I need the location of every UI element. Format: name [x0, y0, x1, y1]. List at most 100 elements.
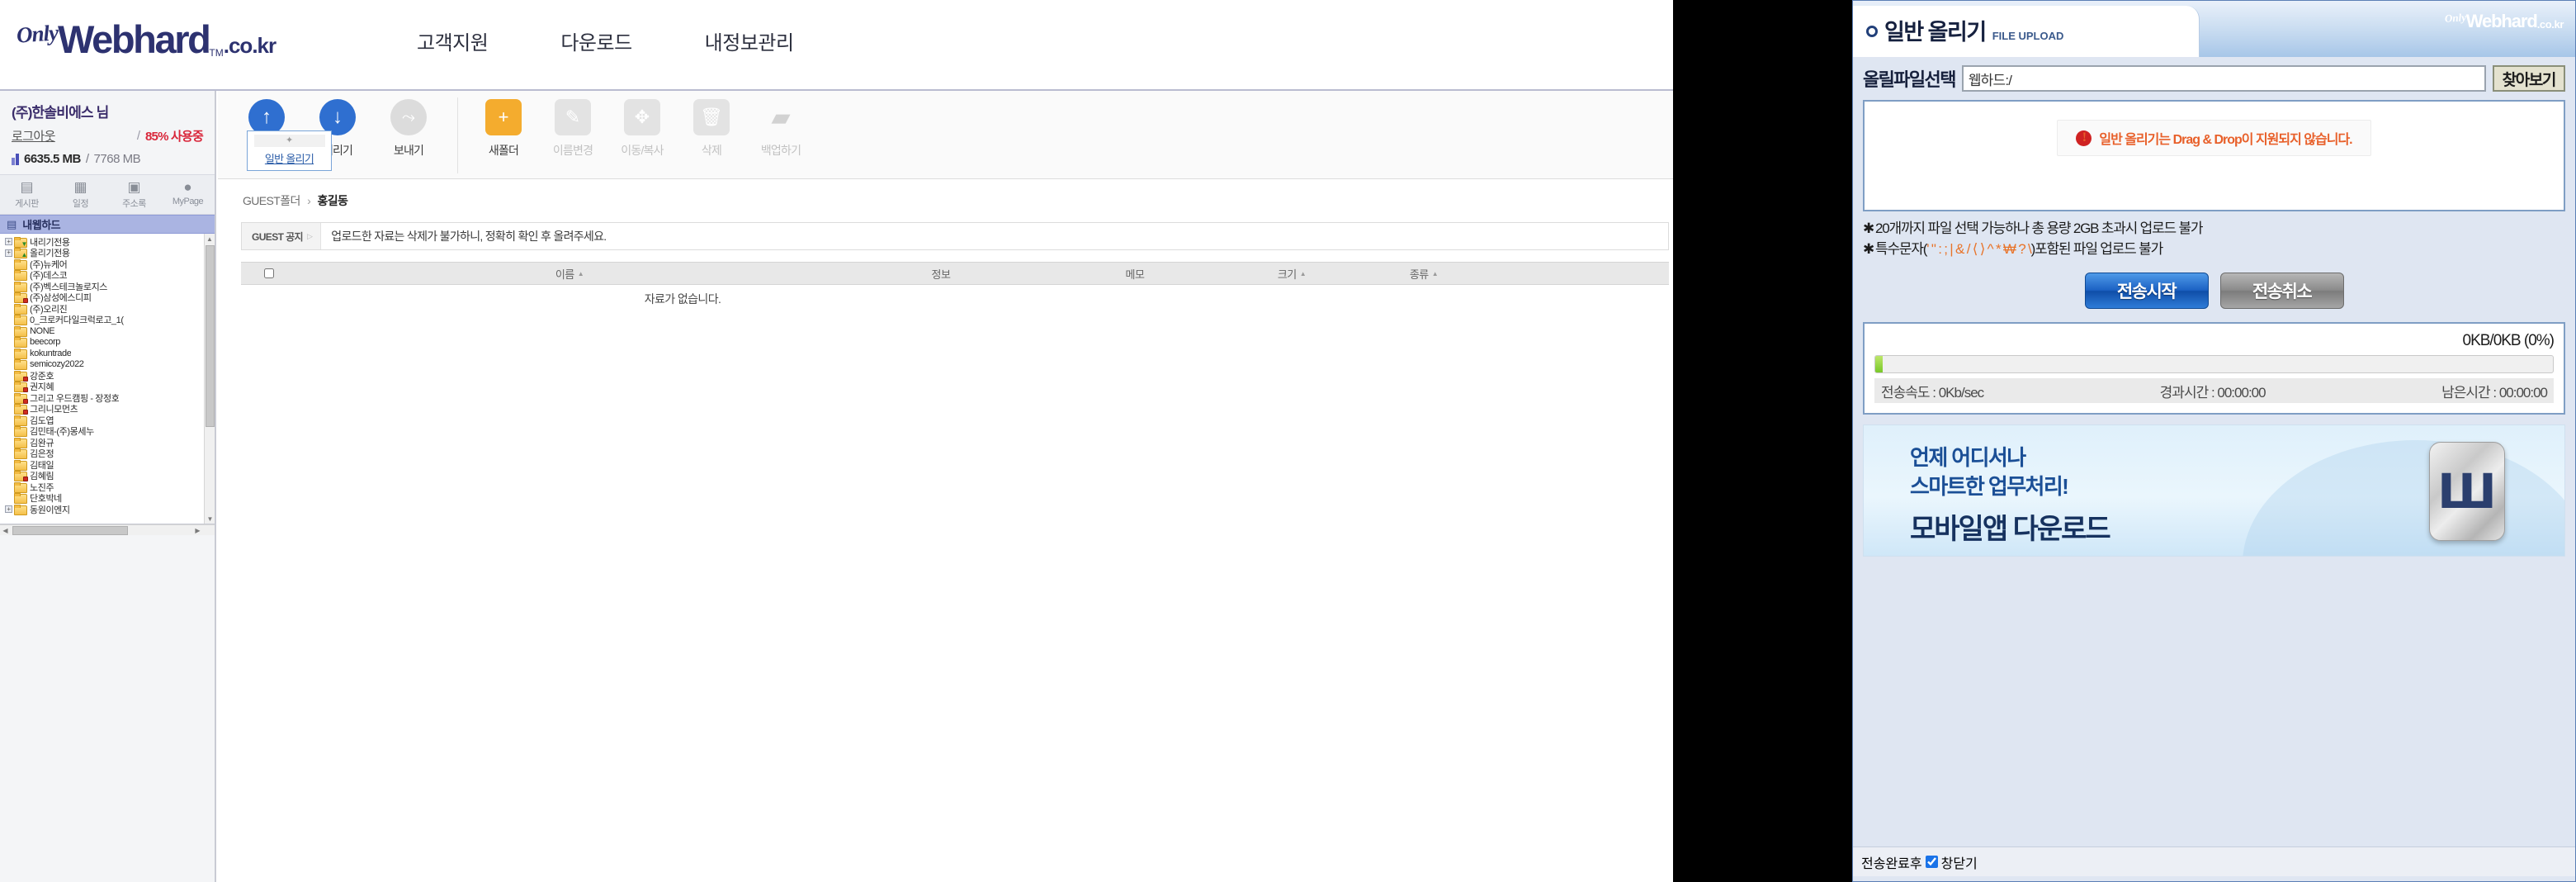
- file-path-input[interactable]: [1961, 65, 2486, 92]
- upload-mode-tooltip: 일반 올리기: [247, 130, 332, 171]
- asterisk-icon-1: ✱: [1863, 220, 1874, 236]
- quota-used: 6635.5 MB: [24, 152, 81, 166]
- tree-vertical-scrollbar[interactable]: ▲ ▼: [204, 234, 215, 524]
- drop-warning-text: 일반 올리기는 Drag & Drop이 지원되지 않습니다.: [2099, 133, 2352, 147]
- tree-expander-icon[interactable]: +: [5, 505, 12, 514]
- toolbar-newfolder-button[interactable]: + 새폴더: [476, 99, 531, 159]
- quick-item-mypage[interactable]: ● MyPage: [161, 180, 215, 210]
- harddisk-icon: ▰: [771, 103, 791, 131]
- elapsed-time-text: 경과시간 : 00:00:00: [2159, 384, 2266, 401]
- select-all-cell[interactable]: [241, 268, 297, 278]
- new-folder-icon: +: [485, 99, 522, 135]
- nav-item-support[interactable]: 고객지원: [417, 26, 489, 55]
- usage-percent-text: 85% 사용중: [145, 130, 204, 144]
- scroll-right-icon[interactable]: ▶: [192, 525, 203, 536]
- mobile-app-banner[interactable]: 언제 어디서나 스마트한 업무처리! 모바일앱 다운로드 Ш: [1863, 424, 2565, 557]
- general-upload-link[interactable]: 일반 올리기: [265, 150, 314, 166]
- tree-expander-icon[interactable]: +: [5, 238, 12, 246]
- breadcrumb-root[interactable]: GUEST폴더: [243, 194, 300, 207]
- tree-item-label: semicozy2022: [30, 359, 84, 370]
- screen: Only Webhard TM .co.kr 고객지원 다운로드 내정보관리 (…: [0, 0, 2576, 882]
- file-list-table: 이름 ▲ 정보 메모 크기 ▲ 종류 ▲ 자료가 없습니다.: [241, 262, 1669, 313]
- breadcrumb-separator: ›: [307, 194, 311, 207]
- upload-note-2-suffix: )포함된 파일 업로드 불가: [2030, 240, 2164, 257]
- toolbar-rename-button: ✎ 이름변경: [546, 99, 600, 159]
- cancel-transfer-button[interactable]: 전송취소: [2219, 273, 2344, 310]
- dialog-logo: Only Webhard .co.kr: [2444, 11, 2564, 31]
- webhard-app-icon: Ш: [2429, 442, 2505, 542]
- sort-caret-type: ▲: [1431, 269, 1439, 277]
- upload-notes: ✱ 20개까지 파일 선택 가능하나 총 용량 2GB 초과시 업로드 불가 ✱…: [1863, 219, 2565, 259]
- webhard-logo[interactable]: Only Webhard TM .co.kr: [16, 20, 277, 59]
- dialog-logo-main: Webhard: [2465, 11, 2538, 31]
- progress-bar-track: [1874, 355, 2554, 374]
- move-icon: ✥: [624, 99, 660, 135]
- column-header-size[interactable]: 크기 ▲: [1230, 266, 1354, 282]
- site-header: Only Webhard TM .co.kr 고객지원 다운로드 내정보관리: [0, 0, 1673, 91]
- quick-item-board[interactable]: ▤ 게시판: [0, 180, 54, 210]
- scroll-thumb-horizontal[interactable]: [12, 526, 128, 535]
- progress-amount-text: 0KB/0KB (0%): [2462, 332, 2555, 350]
- tree-horizontal-scrollbar[interactable]: ◀ ▶: [0, 524, 215, 535]
- tree-item[interactable]: kokuntrade: [3, 348, 215, 359]
- main-content: ↑ 올리기 ↓ 내리기 ⤳ 보내기 + 새폴더: [218, 91, 1673, 882]
- addressbook-icon: ▣: [127, 179, 141, 195]
- browse-button[interactable]: 찾아보기: [2492, 65, 2565, 92]
- toolbar-delete-button: 🗑 삭제: [684, 99, 739, 159]
- dialog-logo-tld: .co.kr: [2536, 18, 2564, 31]
- upload-note-2: ✱ 특수문자( ' " : ; | & / ⟨ ⟩ ^ * ₩ ? \ )포함된…: [1863, 239, 2565, 260]
- banner-line-3: 모바일앱 다운로드: [1910, 514, 2111, 546]
- scroll-up-icon[interactable]: ▲: [205, 234, 215, 244]
- tree-expander-icon[interactable]: +: [5, 249, 12, 257]
- tree-item-label: kokuntrade: [30, 348, 72, 358]
- notice-tag-label: GUEST 공지: [252, 230, 304, 243]
- column-header-info[interactable]: 정보: [842, 266, 1040, 282]
- scroll-left-icon[interactable]: ◀: [0, 525, 11, 536]
- tree-item[interactable]: NONE: [3, 325, 215, 337]
- locked-folder-icon: [14, 471, 28, 482]
- scroll-thumb-vertical[interactable]: [206, 245, 215, 427]
- footer-label: 창닫기: [1940, 856, 1978, 871]
- folder-icon: ▲: [14, 248, 27, 259]
- quick-label-board: 게시판: [15, 199, 39, 209]
- scroll-down-icon[interactable]: ▼: [205, 514, 215, 524]
- toolbar-send-button[interactable]: ⤳ 보내기: [381, 99, 436, 159]
- warning-icon: !: [2076, 130, 2092, 146]
- tree-item[interactable]: + 동원이엔지: [3, 504, 215, 515]
- nav-item-download[interactable]: 다운로드: [560, 26, 632, 55]
- user-info-box: (주)한솔비에스 님 로그아웃 / 85% 사용중 6635.5 MB / 77…: [0, 91, 215, 175]
- folder-icon: [14, 426, 27, 438]
- upload-note-1: ✱ 20개까지 파일 선택 가능하나 총 용량 2GB 초과시 업로드 불가: [1863, 219, 2565, 239]
- transfer-speed-text: 전송속도 : 0Kb/sec: [1881, 384, 1984, 401]
- toolbar-rename-label: 이름변경: [552, 144, 593, 157]
- tree-header: ▤ 내웹하드: [0, 215, 215, 234]
- select-all-checkbox[interactable]: [264, 268, 274, 278]
- logo-tld-text: .co.kr: [223, 32, 277, 58]
- tree-item[interactable]: beecorp: [3, 337, 215, 349]
- drop-area[interactable]: ! 일반 올리기는 Drag & Drop이 지원되지 않습니다.: [1863, 100, 2565, 211]
- column-header-type[interactable]: 종류 ▲: [1354, 266, 1494, 282]
- nav-item-myinfo[interactable]: 내정보관리: [705, 26, 794, 55]
- folder-tree: + ▼ 내리기전용 + ▲ 올리기전용 (주)뉴케어 (주)데스코 (주)벡스테크놀로지스 (주)…: [0, 234, 215, 515]
- tree-item-label: 0_크로커다일크럭로고_1(: [30, 315, 124, 326]
- tree-item[interactable]: 0_크로커다일크럭로고_1(: [3, 315, 215, 326]
- dialog-logo-only: Only: [2444, 11, 2467, 25]
- webhard-drive-icon: ▤: [7, 217, 17, 230]
- close-window-checkbox[interactable]: [1925, 856, 1938, 868]
- file-upload-dialog: 일반 올리기 FILE UPLOAD Only Webhard .co.kr 올…: [1852, 0, 2576, 882]
- tree-item-label: 동원이엔지: [30, 505, 70, 515]
- start-transfer-button[interactable]: 전송시작: [2084, 273, 2209, 310]
- quick-item-calendar[interactable]: ▦ 일정: [54, 180, 107, 210]
- toolbar-newfolder-label: 새폴더: [488, 144, 519, 157]
- column-header-name[interactable]: 이름 ▲: [297, 266, 842, 282]
- column-header-memo[interactable]: 메모: [1040, 266, 1230, 282]
- lock-icon: [23, 410, 28, 415]
- upload-note-1-text: 20개까지 파일 선택 가능하나 총 용량 2GB 초과시 업로드 불가: [1875, 220, 2204, 236]
- pin-icon[interactable]: [254, 135, 325, 147]
- trash-icon: 🗑: [693, 99, 730, 135]
- logout-link[interactable]: 로그아웃: [12, 127, 55, 145]
- column-label-memo: 메모: [1125, 268, 1145, 281]
- footer-label-prefix: 전송완료후: [1861, 856, 1922, 871]
- board-icon: ▤: [20, 179, 34, 195]
- quick-item-addressbook[interactable]: ▣ 주소록: [107, 180, 161, 210]
